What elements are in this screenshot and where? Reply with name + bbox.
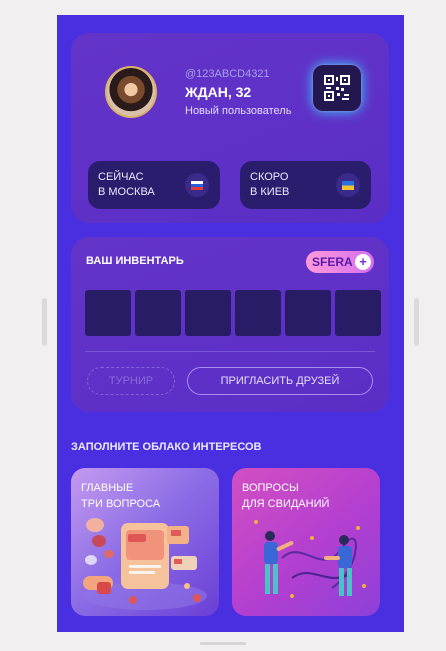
user-name: ЖДАН, 32 [185,84,252,100]
location-now-line2: В МОСКВА [98,186,155,198]
tile-2-line2: ДЛЯ СВИДАНИЙ [242,498,330,510]
ukraine-flag-icon [336,173,360,197]
inventory-slot[interactable] [135,290,181,336]
location-next-line1: СКОРО [250,171,289,183]
location-now-line1: СЕЙЧАС [98,171,144,183]
inventory-slot[interactable] [185,290,231,336]
plus-icon: + [355,254,371,270]
profile-card: @123ABCD4321 ЖДАН, 32 Новый пользователь [71,33,389,223]
avatar[interactable] [105,66,157,118]
inventory-slots [85,290,381,336]
side-handle-right [414,298,419,346]
inventory-card: ВАШ ИНВЕНТАРЬ SFERA + ТУРНИР ПРИГЛАСИТЬ … [71,237,389,412]
russia-flag-icon [185,173,209,197]
location-next-pill[interactable]: СКОРО В КИЕВ [240,161,371,209]
user-status: Новый пользователь [185,105,292,117]
location-next-label: СКОРО В КИЕВ [250,170,289,200]
inventory-title: ВАШ ИНВЕНТАРЬ [86,255,184,267]
inventory-slot[interactable] [85,290,131,336]
tile-top-three-questions[interactable]: ГЛАВНЫЕ ТРИ ВОПРОСА [71,468,219,616]
sfera-badge[interactable]: SFERA + [306,251,374,273]
inventory-slot[interactable] [235,290,281,336]
qr-code-icon [324,75,350,101]
inventory-slot[interactable] [335,290,381,336]
location-now-label: СЕЙЧАС В МОСКВА [98,170,155,200]
location-now-pill[interactable]: СЕЙЧАС В МОСКВА [88,161,220,209]
side-handle-left [42,298,47,346]
user-id: @123ABCD4321 [185,68,270,80]
location-next-line2: В КИЕВ [250,186,290,198]
divider [85,351,375,352]
tile-1-line1: ГЛАВНЫЕ [81,482,134,494]
invite-friends-button[interactable]: ПРИГЛАСИТЬ ДРУЗЕЙ [187,367,373,395]
sfera-badge-label: SFERA [312,255,353,269]
tile-top-three-questions-label: ГЛАВНЫЕ ТРИ ВОПРОСА [81,480,160,512]
tile-dating-questions[interactable]: ВОПРОСЫ ДЛЯ СВИДАНИЙ [232,468,380,616]
tournament-button[interactable]: ТУРНИР [87,367,175,395]
interests-section-title: ЗАПОЛНИТЕ ОБЛАКО ИНТЕРЕСОВ [71,441,262,453]
tile-2-line1: ВОПРОСЫ [242,482,299,494]
app-screen: @123ABCD4321 ЖДАН, 32 Новый пользователь [57,15,404,632]
home-indicator [200,642,246,645]
qr-code-button[interactable] [313,65,361,111]
tile-1-line2: ТРИ ВОПРОСА [81,498,161,510]
tile-dating-questions-label: ВОПРОСЫ ДЛЯ СВИДАНИЙ [242,480,329,512]
inventory-slot[interactable] [285,290,331,336]
